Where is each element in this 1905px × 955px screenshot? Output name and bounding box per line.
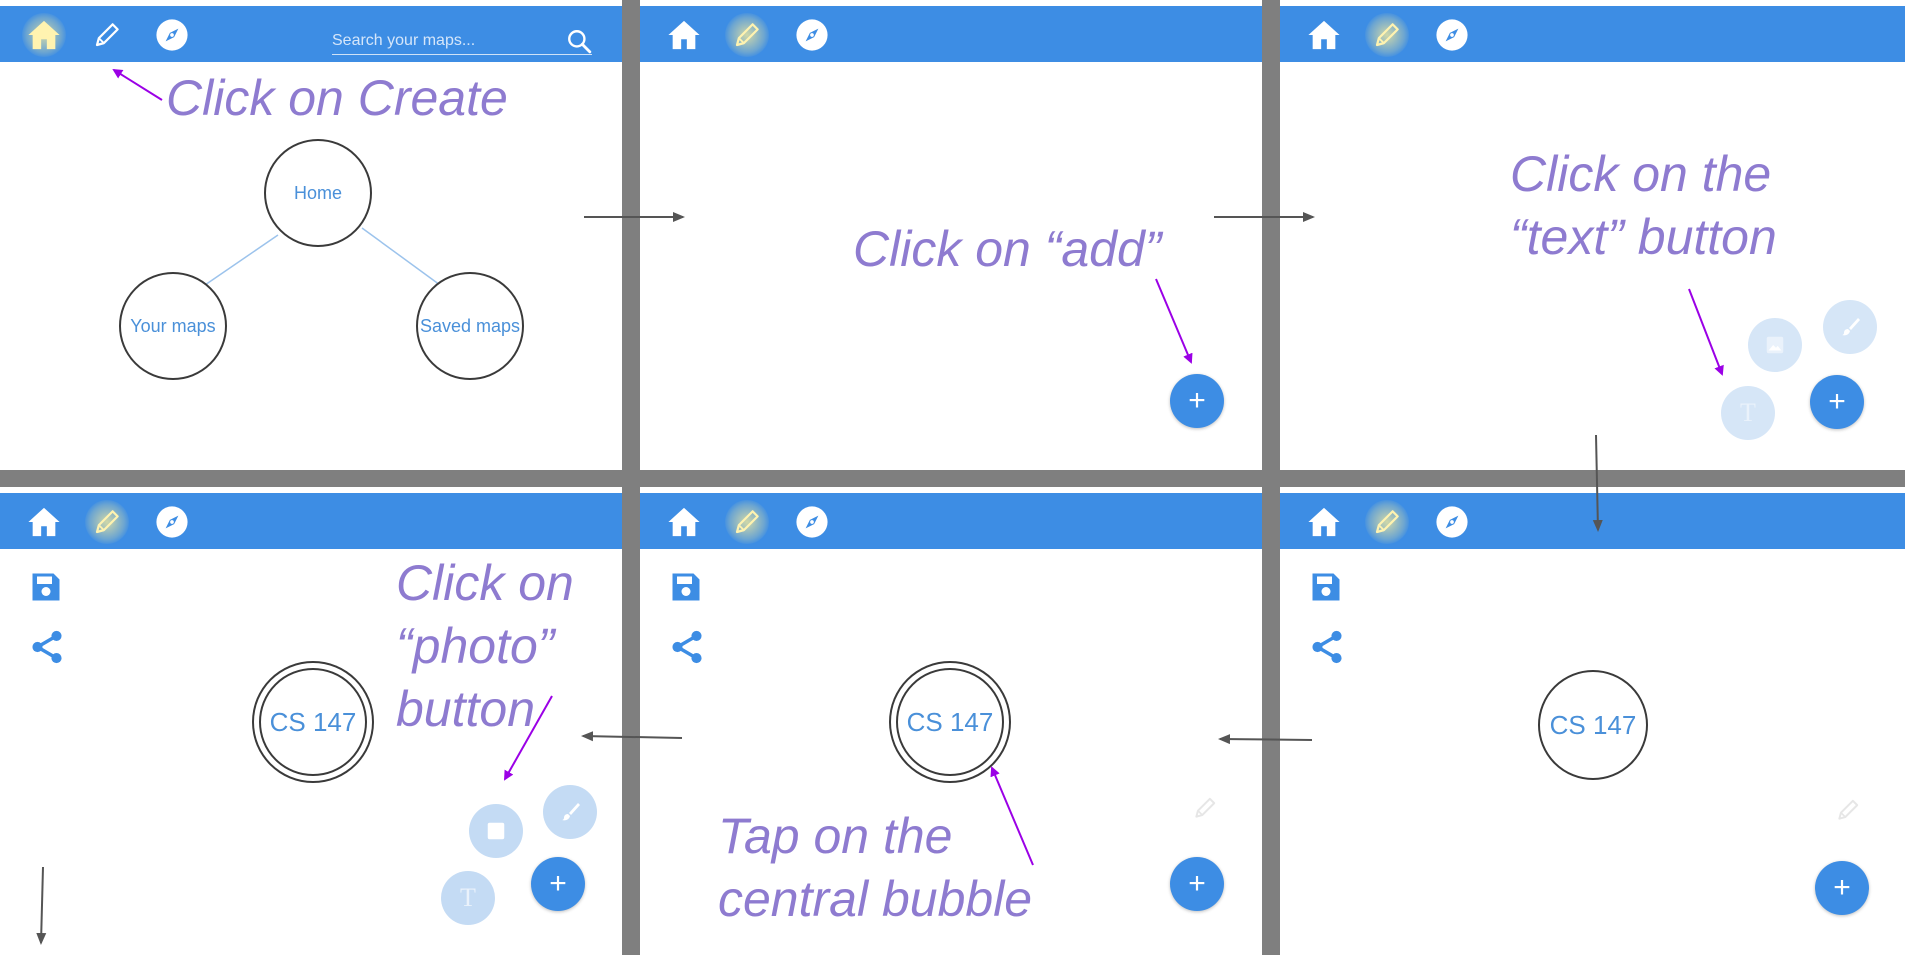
top-nav-bar [640, 493, 1262, 549]
home-icon [667, 505, 701, 539]
add-button[interactable]: + [1170, 374, 1224, 428]
photo-button[interactable] [1748, 318, 1802, 372]
photo-button[interactable] [469, 804, 523, 858]
instruction-tap-line1: Tap on the [718, 808, 953, 864]
share-icon[interactable] [28, 628, 66, 666]
bubble-home[interactable]: Home [264, 139, 372, 247]
text-icon: T [1740, 398, 1756, 427]
bubble-saved-maps[interactable]: Saved maps [416, 272, 524, 380]
share-icon[interactable] [668, 628, 706, 666]
draw-button[interactable] [1823, 300, 1877, 354]
explore-button[interactable] [155, 505, 189, 539]
home-button[interactable] [667, 505, 701, 539]
instruction-photo-line1: Click on [396, 555, 574, 611]
screen-photo-menu: CS 147 Click on “photo” button T + [0, 487, 622, 955]
top-nav-bar [1280, 6, 1905, 62]
central-bubble[interactable]: CS 147 [1538, 670, 1648, 780]
instruction-photo-line2: “photo” [396, 618, 555, 674]
share-icon[interactable] [1308, 628, 1346, 666]
add-button[interactable]: + [1815, 861, 1869, 915]
home-icon [667, 18, 701, 52]
home-button[interactable] [667, 18, 701, 52]
top-nav-bar [640, 6, 1262, 62]
instruction-text-line2: “text” button [1510, 209, 1777, 265]
explore-button[interactable] [1435, 505, 1469, 539]
create-button[interactable] [85, 500, 129, 544]
text-button[interactable]: T [441, 871, 495, 925]
save-icon[interactable] [28, 569, 64, 605]
compass-icon [1435, 505, 1469, 539]
compass-icon [155, 505, 189, 539]
home-button[interactable] [27, 505, 61, 539]
home-button[interactable] [1307, 18, 1341, 52]
instruction-tap-line2: central bubble [718, 871, 1033, 927]
explore-button[interactable] [795, 18, 829, 52]
central-bubble[interactable]: CS 147 [259, 668, 367, 776]
add-button[interactable]: + [1170, 857, 1224, 911]
top-nav-bar [0, 493, 622, 549]
add-button[interactable]: + [1810, 375, 1864, 429]
instruction-click-add: Click on “add” [853, 221, 1162, 277]
faded-pencil-icon [1835, 797, 1861, 823]
screen-bubble-tap: CS 147 Tap on the central bubble + [640, 487, 1262, 955]
screen-bubble-created: CS 147 + [1280, 487, 1905, 955]
instruction-text-line1: Click on the [1510, 146, 1772, 202]
brush-icon [1838, 315, 1862, 339]
pencil-icon [732, 507, 762, 537]
screen-home: Click on Create Home Your maps Saved map… [0, 0, 622, 470]
image-icon [485, 820, 507, 842]
create-button[interactable] [1365, 13, 1409, 57]
draw-button[interactable] [543, 785, 597, 839]
screen-add-menu: Click on the “text” button T + [1280, 0, 1905, 470]
home-button[interactable] [1307, 505, 1341, 539]
create-button[interactable] [725, 13, 769, 57]
top-nav-bar [1280, 493, 1905, 549]
save-icon[interactable] [1308, 569, 1344, 605]
image-icon [1764, 334, 1786, 356]
bubble-your-maps[interactable]: Your maps [119, 272, 227, 380]
create-button[interactable] [725, 500, 769, 544]
faded-pencil-icon [1192, 795, 1218, 821]
brush-icon [558, 800, 582, 824]
create-button[interactable] [1365, 500, 1409, 544]
pencil-icon [732, 20, 762, 50]
home-icon [1307, 18, 1341, 52]
home-icon [1307, 505, 1341, 539]
compass-icon [1435, 18, 1469, 52]
compass-icon [795, 18, 829, 52]
home-icon [27, 505, 61, 539]
pencil-icon [1372, 20, 1402, 50]
screen-create-empty: Click on “add” + [640, 0, 1262, 470]
pencil-icon [1372, 507, 1402, 537]
text-button[interactable]: T [1721, 386, 1775, 440]
save-icon[interactable] [668, 569, 704, 605]
instruction-photo-line3: button [396, 681, 536, 737]
central-bubble[interactable]: CS 147 [896, 668, 1004, 776]
add-button[interactable]: + [531, 857, 585, 911]
explore-button[interactable] [1435, 18, 1469, 52]
pencil-icon [92, 507, 122, 537]
compass-icon [795, 505, 829, 539]
text-icon: T [460, 883, 476, 912]
explore-button[interactable] [795, 505, 829, 539]
